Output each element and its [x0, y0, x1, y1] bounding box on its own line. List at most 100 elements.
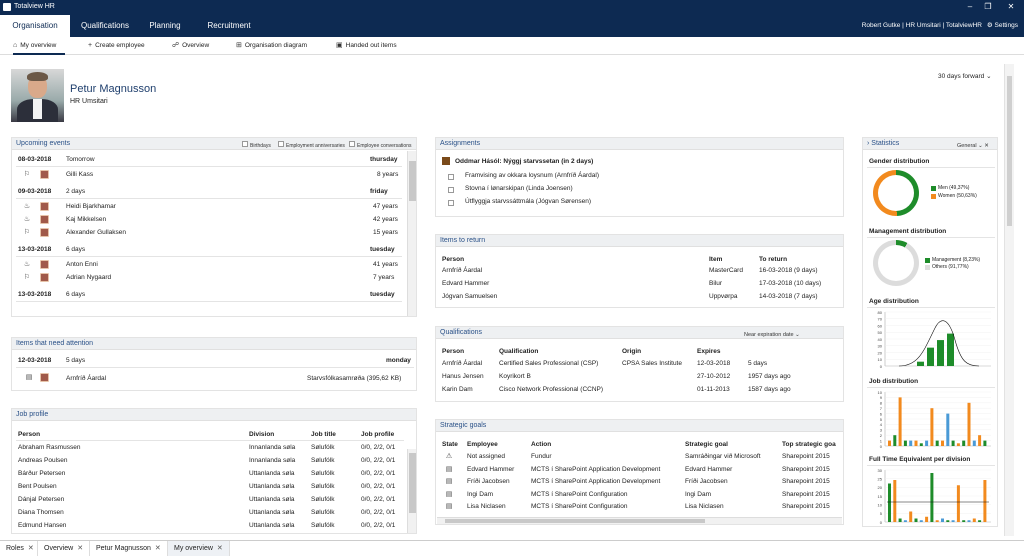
user-info[interactable]: Robert Gutke | HR Umsitari | TotalviewHR	[862, 15, 982, 37]
table-cell[interactable]: Arnfríð Áardal	[442, 360, 482, 367]
close-icon[interactable]: ✕	[77, 545, 83, 552]
table-cell[interactable]: Edvard Hammer	[467, 466, 514, 473]
minimize-icon[interactable]: –	[964, 1, 976, 13]
age-bar	[927, 347, 934, 366]
create-employee-button[interactable]: + Create employee	[88, 37, 145, 55]
tick-label: 60	[878, 323, 883, 328]
table-cell[interactable]: Lisa Niclasen	[467, 503, 506, 510]
table-cell[interactable]: Dánjal Petersen	[18, 496, 64, 503]
job-bar	[930, 408, 934, 446]
settings-button[interactable]: ⚙ Settings	[987, 15, 1018, 37]
table-cell[interactable]: Bárður Petersen	[18, 470, 65, 477]
fte-bar	[888, 483, 891, 522]
bottom-tab-roles[interactable]: Roles ✕	[0, 541, 38, 556]
table-cell: 0/0, 2/2, 0/1	[361, 444, 396, 451]
event-person[interactable]: Kaj Mikkelsen	[66, 216, 106, 223]
handed-out-items-label: Handed out items	[345, 42, 397, 49]
attention-person[interactable]: Arnfríð Áardal	[66, 375, 106, 382]
bottom-tab-my-overview[interactable]: My overview ✕	[168, 541, 230, 556]
table-cell[interactable]: Fríði Jacobsen	[467, 478, 510, 485]
table-cell[interactable]: Hanus Jensen	[442, 373, 484, 380]
event-person[interactable]: Adrian Nygaard	[66, 274, 111, 281]
period-dropdown[interactable]: 30 days forward ⌄	[938, 72, 992, 80]
job-bar	[956, 443, 960, 446]
task-checkbox[interactable]	[448, 200, 454, 206]
table-cell: 14-03-2018 (7 days)	[759, 293, 818, 300]
close-icon[interactable]: ✕	[28, 545, 34, 552]
attention-document[interactable]: Starvsfólkasamrøða (395,62 KB)	[307, 375, 401, 382]
handed-out-items-button[interactable]: ▣ Handed out items	[336, 37, 397, 55]
close-icon[interactable]: ✕	[1005, 1, 1017, 13]
task-checkbox[interactable]	[448, 187, 454, 193]
task-checkbox[interactable]	[448, 174, 454, 180]
panel-title: Items to return	[440, 237, 486, 244]
bottom-tab-petur[interactable]: Petur Magnusson ✕	[90, 541, 168, 556]
table-cell[interactable]: Diana Thomsen	[18, 509, 64, 516]
fte-bar	[962, 520, 966, 522]
table-cell[interactable]: Abraham Rasmussen	[18, 444, 81, 451]
my-overview-button[interactable]: ⌂ My overview	[13, 37, 65, 55]
event-person[interactable]: Anton Enni	[66, 261, 98, 268]
tick-label: 10	[878, 357, 883, 362]
tab-planning[interactable]: Planning	[140, 15, 190, 37]
tick-label: 50	[878, 330, 883, 335]
near-expiration-dropdown[interactable]: Near expiration date ⌄	[744, 329, 800, 341]
event-person[interactable]: Gilli Kass	[66, 171, 93, 178]
column-header: Strategic goal	[685, 441, 728, 448]
job-bar	[925, 440, 929, 446]
event-person[interactable]: Alexander Gullaksen	[66, 229, 126, 236]
table-cell[interactable]: Ingi Dam	[467, 491, 493, 498]
statistics-dropdown[interactable]: General ⌄ ✕	[957, 140, 989, 152]
document-icon: ▤	[445, 478, 453, 485]
table-cell: Fríði Jacobsen	[685, 478, 728, 485]
column-header: Action	[531, 441, 552, 448]
restore-icon[interactable]: ❐	[982, 1, 994, 13]
job-profile-panel: Job profile Person Division Job title Job p…	[11, 408, 417, 534]
close-icon[interactable]: ✕	[155, 545, 161, 552]
tab-qualifications[interactable]: Qualifications	[74, 15, 136, 37]
table-cell[interactable]: Arnfríð Áardal	[442, 267, 482, 274]
management-legend-label: Management (8,23%)	[932, 257, 981, 263]
column-header: State	[442, 441, 458, 448]
table-cell: Uttanlanda søla	[249, 522, 295, 529]
birthdays-checkbox[interactable]	[242, 141, 248, 147]
tab-organisation[interactable]: Organisation	[0, 15, 70, 37]
tab-recruitment[interactable]: Recruitment	[196, 15, 262, 37]
event-person[interactable]: Heidi Bjarkhamar	[66, 203, 116, 210]
fte-chart: 30 25 20 15 10 5 0	[878, 468, 991, 525]
job-bar	[898, 397, 902, 446]
tick-label: 5	[880, 417, 883, 422]
organisation-diagram-button[interactable]: ⊞ Organisation diagram	[236, 37, 307, 55]
table-cell[interactable]: Not assigned	[467, 453, 505, 460]
event-relative: Tomorrow	[66, 156, 95, 163]
attention-panel: Items that need attention 12-03-2018 5 d…	[11, 337, 417, 391]
table-cell[interactable]: Edmund Hansen	[18, 522, 66, 529]
table-cell[interactable]: Andreas Poulsen	[18, 457, 68, 464]
table-cell[interactable]: Karin Dam	[442, 386, 473, 393]
table-cell: Samráðingar við Microsoft	[685, 453, 761, 460]
bottom-tab-overview[interactable]: Overview ✕	[38, 541, 90, 556]
anniversaries-checkbox[interactable]	[278, 141, 284, 147]
event-date: 09-03-2018	[18, 188, 52, 195]
event-day: friday	[370, 188, 388, 195]
profile-name: Petur Magnusson	[70, 83, 157, 95]
table-cell: Edvard Hammer	[685, 465, 733, 473]
overview-button[interactable]: ☍ Overview	[172, 37, 209, 55]
fte-bar	[972, 518, 976, 522]
job-chart: 109876543210	[878, 390, 991, 449]
tick-label: 3	[880, 428, 883, 433]
assignment-heading[interactable]: Oddmar Hásól: Nýggj starvssetan (in 2 da…	[455, 158, 593, 165]
cake-icon: ♨	[23, 203, 31, 210]
table-cell[interactable]: Jógvan Samuelsen	[442, 293, 497, 300]
event-date: 13-03-2018	[18, 291, 52, 298]
close-icon[interactable]: ✕	[217, 545, 223, 552]
job-bar	[893, 435, 897, 446]
tick-label: 80	[878, 310, 883, 315]
goals-horizontal-scrollbar[interactable]	[437, 517, 842, 524]
upcoming-scrollbar[interactable]	[407, 151, 416, 316]
table-cell[interactable]: Edvard Hammer	[442, 280, 489, 287]
conversations-checkbox[interactable]	[349, 141, 355, 147]
table-cell[interactable]: Bent Poulsen	[18, 483, 57, 490]
job-profile-scrollbar[interactable]	[407, 449, 416, 533]
page-scrollbar[interactable]	[1004, 64, 1014, 536]
